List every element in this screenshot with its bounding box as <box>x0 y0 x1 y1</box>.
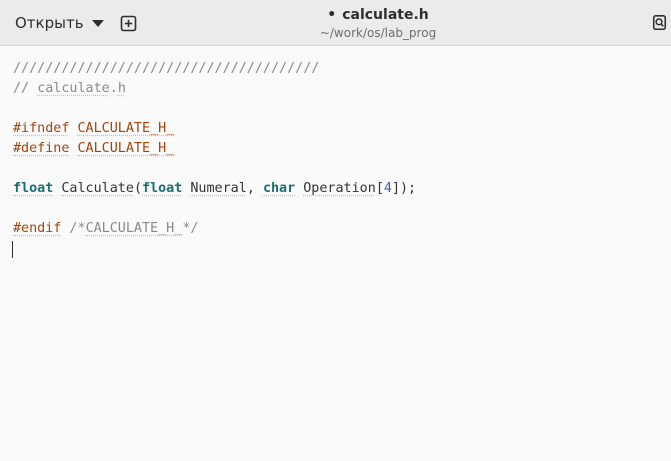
comment-close: */ <box>182 221 199 236</box>
comment-macro: CALCULATE_H_ <box>85 221 183 236</box>
comma: , <box>246 181 263 196</box>
comment-filename: calculate <box>37 81 110 96</box>
code-editor[interactable]: ////////////////////////////////////// /… <box>0 47 671 461</box>
comment-dot: . <box>109 81 118 96</box>
param-numeral: Numeral <box>190 181 247 196</box>
code-line-4: #ifndef CALCULATE_H_ <box>13 119 174 139</box>
open-button[interactable]: Открыть <box>6 7 113 39</box>
function-name: Calculate <box>61 181 134 196</box>
define-directive: #define <box>13 141 70 156</box>
search-icon <box>652 15 667 30</box>
code-line-9: #endif /*CALCULATE_H_*/ <box>13 219 198 239</box>
macro-name: CALCULATE_H_ <box>77 121 175 136</box>
comment-slashes: // <box>13 81 38 96</box>
window-title: • calculate.h ~/work/os/lab_prog <box>250 6 506 41</box>
new-tab-icon <box>120 15 136 31</box>
comment-text: ////////////////////////////////////// <box>13 61 320 76</box>
caret-down-icon <box>91 20 104 27</box>
code-line-1: ////////////////////////////////////// <box>13 59 319 79</box>
keyword-float: float <box>142 181 183 196</box>
document-title-row: • calculate.h <box>250 6 506 24</box>
ifndef-directive: #ifndef <box>13 121 70 136</box>
text-cursor <box>12 241 13 258</box>
document-path: ~/work/os/lab_prog <box>319 26 437 40</box>
macro-name: CALCULATE_H_ <box>77 141 175 156</box>
open-button-label: Открыть <box>15 14 84 32</box>
comment-open: /* <box>61 221 86 236</box>
text-editor-window: Открыть • calculate.h ~/work/os/lab_prog … <box>0 0 671 461</box>
endif-directive: #endif <box>13 221 62 236</box>
comment-extension: h <box>117 81 126 96</box>
search-button[interactable] <box>648 7 671 39</box>
keyword-float: float <box>13 181 54 196</box>
statement-end: ]); <box>391 181 417 196</box>
paren-open: ( <box>133 181 142 196</box>
array-size: 4 <box>383 181 392 196</box>
new-tab-button[interactable] <box>112 7 144 39</box>
bracket-open: [ <box>375 181 384 196</box>
param-operation: Operation <box>303 181 376 196</box>
unsaved-indicator: • <box>327 7 337 23</box>
keyword-char: char <box>262 181 296 196</box>
code-line-2: // calculate.h <box>13 79 126 99</box>
document-title: calculate.h <box>342 7 429 23</box>
header-bar: Открыть • calculate.h ~/work/os/lab_prog <box>0 0 671 46</box>
code-line-7: float Calculate(float Numeral, char Oper… <box>13 179 416 199</box>
code-line-5: #define CALCULATE_H_ <box>13 139 174 159</box>
